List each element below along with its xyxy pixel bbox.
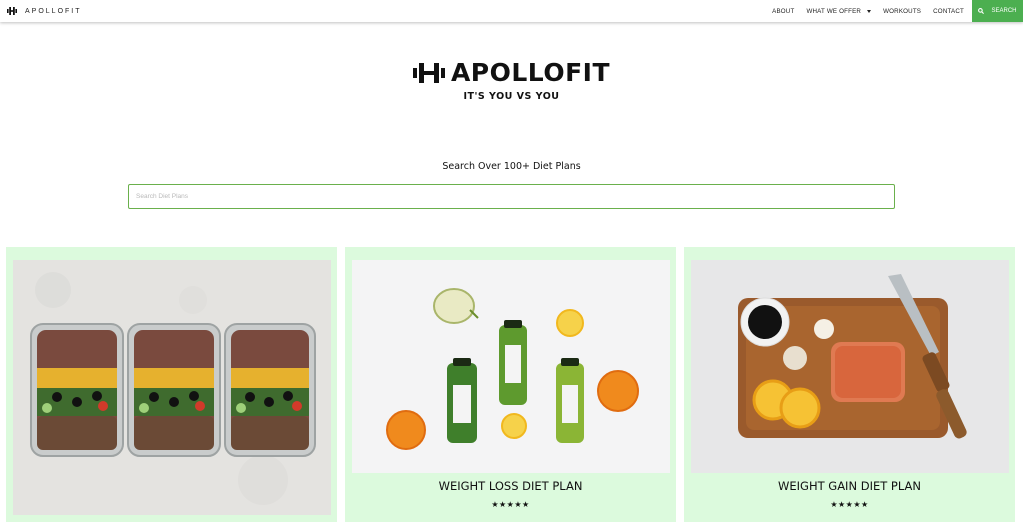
nav-search-button[interactable]: SEARCH xyxy=(972,0,1023,22)
dumbbell-icon xyxy=(7,7,17,15)
hero-title: APOLLOFIT xyxy=(450,58,611,87)
diet-plan-card-rating: ★★★★★ xyxy=(491,500,530,509)
nav-brand[interactable]: APOLLOFIT xyxy=(7,0,82,22)
nav-brand-text: APOLLOFIT xyxy=(25,7,82,15)
nav-links: ABOUT WHAT WE OFFER WORKOUTS CONTACT SEA… xyxy=(766,0,1023,22)
diet-plan-card[interactable]: WEIGHT GAIN DIET PLAN ★★★★★ xyxy=(684,247,1015,522)
caret-down-icon xyxy=(867,9,872,13)
nav-link-what-we-offer[interactable]: WHAT WE OFFER xyxy=(800,0,877,22)
nav-search-label: SEARCH xyxy=(991,8,1017,14)
navbar: APOLLOFIT ABOUT WHAT WE OFFER WORKOUTS C… xyxy=(0,0,1023,22)
hero-tagline: IT'S YOU VS YOU xyxy=(463,91,560,102)
nav-link-about[interactable]: ABOUT xyxy=(766,0,800,22)
green-juice-bottles-photo xyxy=(352,260,670,473)
dumbbell-icon xyxy=(412,62,445,83)
search-label: Search Over 100+ Diet Plans xyxy=(442,161,581,172)
meal-prep-containers-photo xyxy=(13,260,331,515)
nav-link-contact[interactable]: CONTACT xyxy=(927,0,970,22)
hero-logo: APOLLOFIT xyxy=(0,58,1023,87)
diet-plan-card[interactable]: WEIGHT LOSS DIET PLAN ★★★★★ xyxy=(345,247,676,522)
diet-plan-card-title: WEIGHT GAIN DIET PLAN xyxy=(778,479,921,493)
diet-plan-card-title: WEIGHT LOSS DIET PLAN xyxy=(438,479,583,493)
salmon-cutting-board-photo xyxy=(691,260,1009,473)
diet-plan-card[interactable] xyxy=(6,247,337,522)
diet-plan-card-rating: ★★★★★ xyxy=(830,500,869,509)
nav-link-workouts[interactable]: WORKOUTS xyxy=(877,0,927,22)
diet-plan-search-input[interactable]: Search Diet Plans xyxy=(128,184,895,209)
search-icon xyxy=(978,8,985,14)
nav-link-what-we-offer-label: WHAT WE OFFER xyxy=(806,7,862,15)
